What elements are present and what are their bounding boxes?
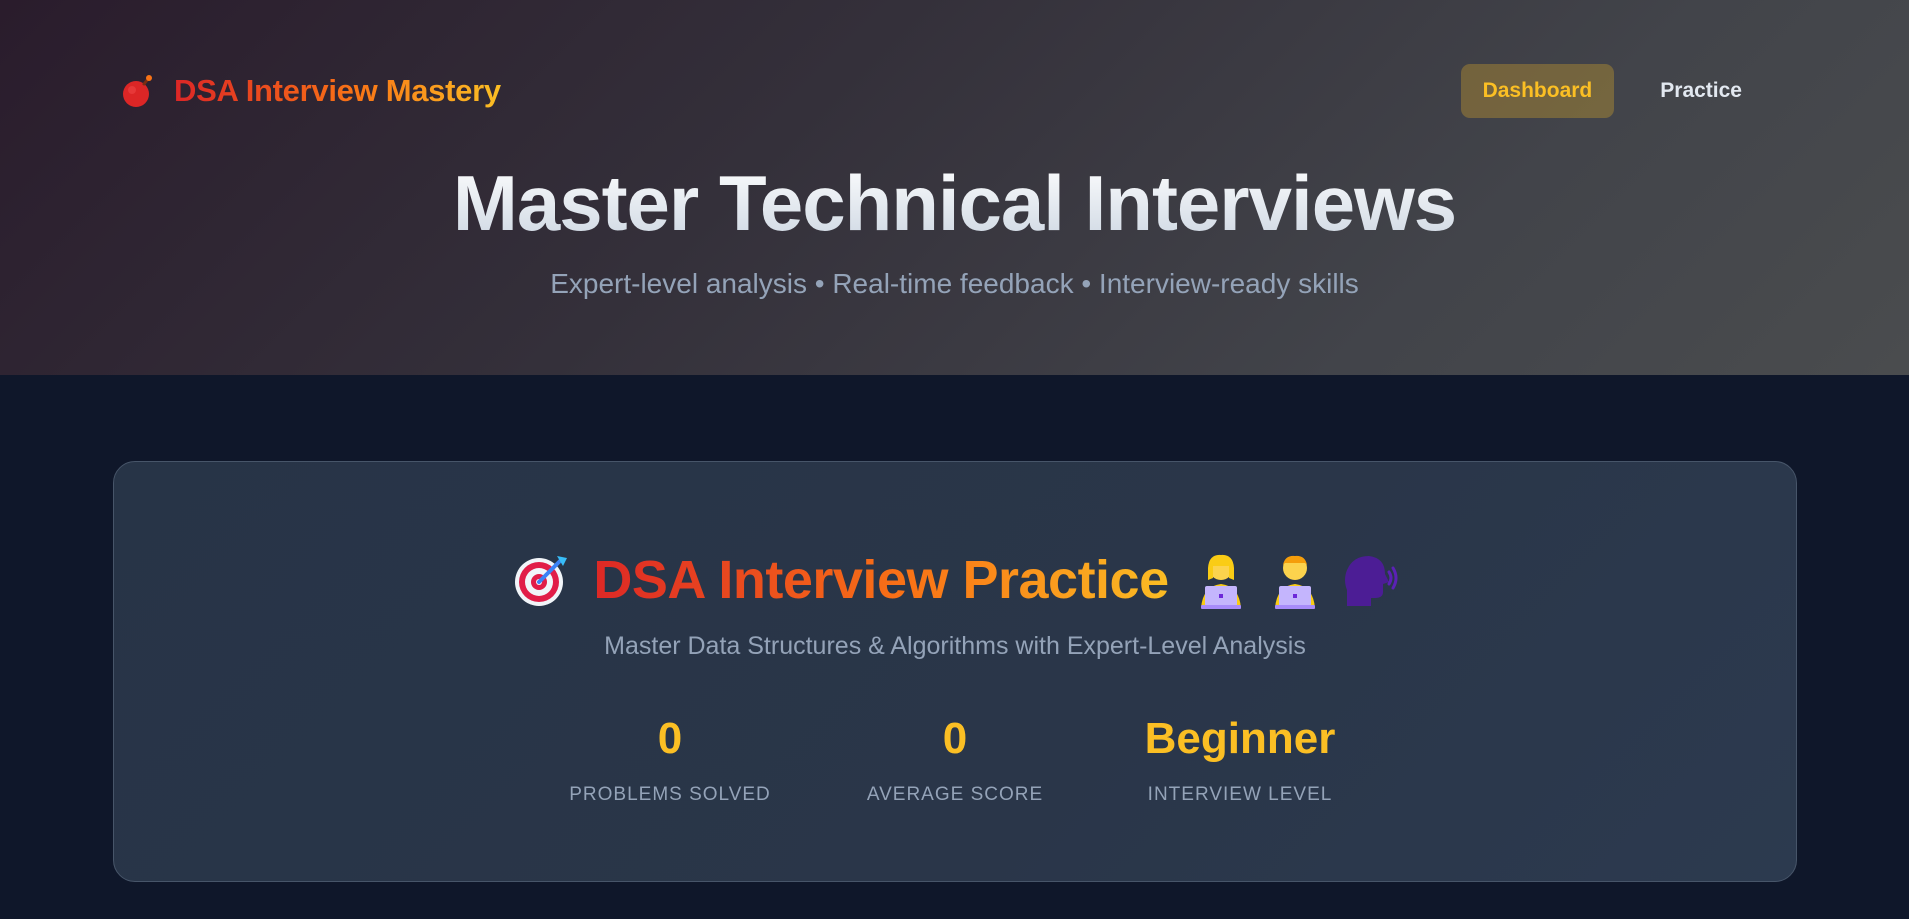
brand-title: DSA Interview Mastery xyxy=(174,73,501,108)
hero-section: DSA Interview Mastery Dashboard Practice… xyxy=(0,0,1909,375)
practice-card: DSA Interview Practice Master Data Struc… xyxy=(113,461,1797,882)
card-title-row: DSA Interview Practice xyxy=(114,540,1796,620)
stats-row: 0 PROBLEMS SOLVED 0 AVERAGE SCORE Beginn… xyxy=(114,714,1796,806)
stat-average-score: 0 AVERAGE SCORE xyxy=(858,714,1053,806)
woman-technologist-icon xyxy=(1200,554,1241,609)
speaking-head-icon xyxy=(1344,556,1398,606)
stat-problems-solved: 0 PROBLEMS SOLVED xyxy=(569,714,770,806)
hero-title: Master Technical Interviews xyxy=(0,158,1909,249)
stat-value: Beginner xyxy=(1144,714,1336,763)
stat-label: PROBLEMS SOLVED xyxy=(569,784,771,805)
card-subtitle: Master Data Structures & Algorithms with… xyxy=(604,632,1306,660)
stat-value: 0 xyxy=(657,714,683,763)
brand[interactable]: DSA Interview Mastery xyxy=(120,70,501,112)
stat-label: AVERAGE SCORE xyxy=(866,784,1044,805)
stat-interview-level: Beginner INTERVIEW LEVEL xyxy=(1143,714,1338,806)
nav-dashboard-button[interactable]: Dashboard xyxy=(1460,64,1615,118)
target-icon xyxy=(515,556,568,606)
card-title: DSA Interview Practice xyxy=(585,549,1176,611)
top-nav: Dashboard Practice xyxy=(1460,64,1764,118)
fire-bomb-icon xyxy=(123,75,152,107)
stat-label: INTERVIEW LEVEL xyxy=(1147,784,1333,805)
hero-subtitle: Expert-level analysis • Real-time feedba… xyxy=(550,268,1359,299)
stat-value: 0 xyxy=(942,714,968,763)
man-technologist-icon xyxy=(1274,555,1315,609)
nav-practice-button[interactable]: Practice xyxy=(1638,64,1764,118)
